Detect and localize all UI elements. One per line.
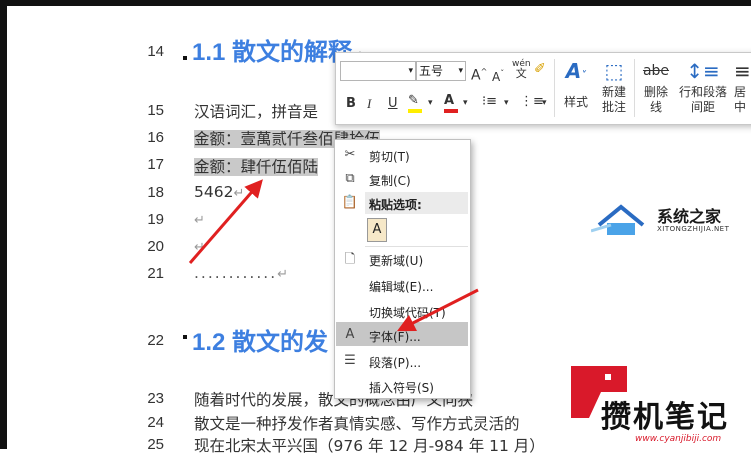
house-logo-icon [591, 204, 645, 235]
watermark-url: XITONGZHIJIA.NET [657, 225, 730, 233]
watermark-url: www.cyanjibiji.com [635, 434, 722, 444]
red-arrow-to-field [188, 179, 263, 264]
watermark-title: 系统之家 [657, 207, 722, 226]
watermark-title: 攒机笔记 [601, 400, 729, 435]
watermark-xitongzhijia: 系统之家 XITONGZHIJIA.NET [591, 199, 741, 245]
watermark-cuanjibiji: 攒机笔记 www.cyanjibiji.com [571, 366, 751, 449]
red-arrow-to-font [396, 288, 479, 332]
